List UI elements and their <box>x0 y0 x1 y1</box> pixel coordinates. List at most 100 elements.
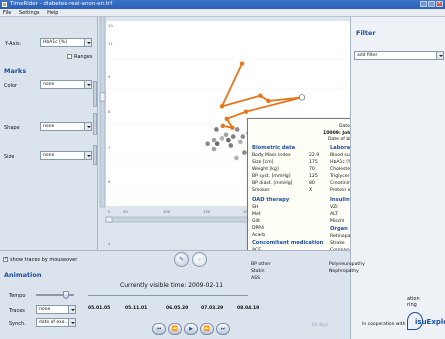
rewind-button[interactable]: ⏪ <box>168 323 182 335</box>
maximize-button[interactable]: □ <box>428 1 435 7</box>
tooltip-bio-value: 70 <box>309 167 315 172</box>
tooltip-insulin-item: ALT <box>330 212 338 217</box>
tooltip-conc-item: ASS <box>251 276 260 281</box>
x-tick-label: 150 <box>203 209 211 214</box>
skip-to-end-button[interactable]: ⏭ <box>216 323 230 335</box>
horizontal-scrollbar-left-thumb[interactable] <box>105 216 113 223</box>
pin-tool-button[interactable]: ✎ <box>174 252 189 267</box>
fast-forward-button[interactable]: ⏩ <box>200 323 214 335</box>
tooltip-insulin-item: VZI <box>330 205 338 210</box>
background-point[interactable] <box>205 141 210 146</box>
right-panel: Filter add filter ation ring In cooperat… <box>350 17 445 339</box>
background-point[interactable] <box>230 134 236 139</box>
timeline-date: 05.11.01 <box>125 306 148 311</box>
trace-point[interactable] <box>219 104 225 109</box>
shape-select-value: none <box>43 124 55 129</box>
trace-point[interactable] <box>220 123 225 129</box>
x-tick-label: 100 <box>163 209 171 214</box>
app-icon <box>2 2 7 7</box>
right-peek-text: ring <box>407 302 417 308</box>
background-point[interactable] <box>234 155 239 161</box>
trace-point[interactable] <box>243 109 249 114</box>
tooltip-bio-value: X <box>309 188 313 193</box>
background-point[interactable] <box>214 127 219 132</box>
tooltip-bio-value: 22.9 <box>309 153 320 158</box>
yaxis-label: Y-Axis: <box>5 41 22 47</box>
shape-scale-bar[interactable] <box>93 113 97 135</box>
size-select[interactable]: none <box>40 151 92 160</box>
vertical-scrollbar-thumb[interactable] <box>99 92 106 102</box>
shape-label: Shape <box>4 125 20 131</box>
tooltip-oad-item: DPP4 <box>252 226 265 231</box>
background-point[interactable] <box>223 132 229 138</box>
tempo-label: Tempo <box>9 293 26 299</box>
background-point[interactable] <box>226 137 231 143</box>
window-titlebar: TimeRider - diabetes-real-anon-en.trf _ … <box>0 0 445 9</box>
play-icon: ▶ <box>189 326 193 332</box>
timeline-date: 05.01.05 <box>88 306 111 311</box>
tooltip-bio-key: BP diast. [mmHg] <box>252 181 293 186</box>
menu-settings[interactable]: Settings <box>19 10 40 16</box>
tooltip-oad-item: Acarb <box>252 233 266 238</box>
trace-point[interactable] <box>258 93 263 98</box>
synch-select-value: date of exa... <box>39 320 69 325</box>
skip-to-start-button[interactable]: ⏮ <box>152 323 166 335</box>
background-point[interactable] <box>211 137 217 143</box>
yaxis-select[interactable]: HbA1c [%] <box>40 38 92 47</box>
trace-point[interactable] <box>224 116 229 121</box>
tooltip-bio-value: 125 <box>309 174 318 179</box>
shape-select[interactable]: none <box>40 122 92 131</box>
size-select-value: none <box>43 153 55 158</box>
timeline-date: 06.05.20 <box>166 306 189 311</box>
traces-select[interactable]: none <box>36 305 76 314</box>
filter-select-value: add filter <box>357 53 378 58</box>
tooltip-biometric-title: Biometric data <box>252 145 296 151</box>
search-tool-button[interactable]: ⌕ <box>192 252 207 267</box>
skip-forward-icon: ⏭ <box>220 326 226 332</box>
tooltip-bio-key: Body Mass Index <box>252 153 291 158</box>
minimize-button[interactable]: _ <box>420 1 427 7</box>
y-tick-label: 10 <box>108 23 113 28</box>
chevron-down-icon <box>436 52 443 59</box>
cooperation-logo: isuExplore <box>415 318 445 326</box>
chevron-down-icon <box>68 306 75 313</box>
tooltip-oad-item: Glit <box>252 219 260 224</box>
trace-point[interactable] <box>298 94 306 101</box>
timeline-track[interactable] <box>88 295 248 296</box>
background-point[interactable] <box>242 150 247 155</box>
background-point[interactable] <box>240 134 246 139</box>
synch-label: Synch. <box>9 321 26 327</box>
trace-point[interactable] <box>230 125 235 130</box>
show-traces-checkbox[interactable] <box>3 256 8 262</box>
y-tick-label: 11 <box>108 41 113 46</box>
background-point[interactable] <box>228 143 234 148</box>
trace-point[interactable] <box>266 98 271 104</box>
tooltip-organ-item: Polyneuropathy <box>329 262 365 267</box>
x-tick-label: 50 <box>123 209 128 214</box>
close-button[interactable]: x <box>436 1 443 7</box>
timeline-date: 08.04.19 <box>237 306 260 311</box>
size-label: Size <box>4 154 15 160</box>
vertical-scrollbar[interactable] <box>99 17 106 208</box>
size-scale-bar[interactable] <box>93 145 97 165</box>
rewind-icon: ⏪ <box>171 326 179 332</box>
color-scale-bar[interactable] <box>93 81 97 107</box>
traces-select-value: none <box>39 307 51 312</box>
background-point[interactable] <box>238 139 243 145</box>
menu-file[interactable]: File <box>3 10 11 16</box>
tempo-slider-thumb[interactable] <box>63 291 69 299</box>
synch-select[interactable]: date of exa... <box>36 318 76 327</box>
background-point[interactable] <box>214 141 220 146</box>
play-button[interactable]: ▶ <box>184 323 198 335</box>
tooltip-concomitant-title: Concomitant medication <box>252 240 324 246</box>
filter-select[interactable]: add filter <box>354 51 444 60</box>
background-point[interactable] <box>219 136 225 141</box>
traces-label: Traces <box>9 308 25 314</box>
background-point[interactable] <box>234 127 240 132</box>
pin-icon: ✎ <box>178 256 185 263</box>
color-select[interactable]: none <box>40 80 92 89</box>
ranges-checkbox[interactable] <box>67 54 72 59</box>
menu-help[interactable]: Help <box>47 10 58 16</box>
trace-point[interactable] <box>239 61 245 66</box>
background-point[interactable] <box>211 146 217 152</box>
